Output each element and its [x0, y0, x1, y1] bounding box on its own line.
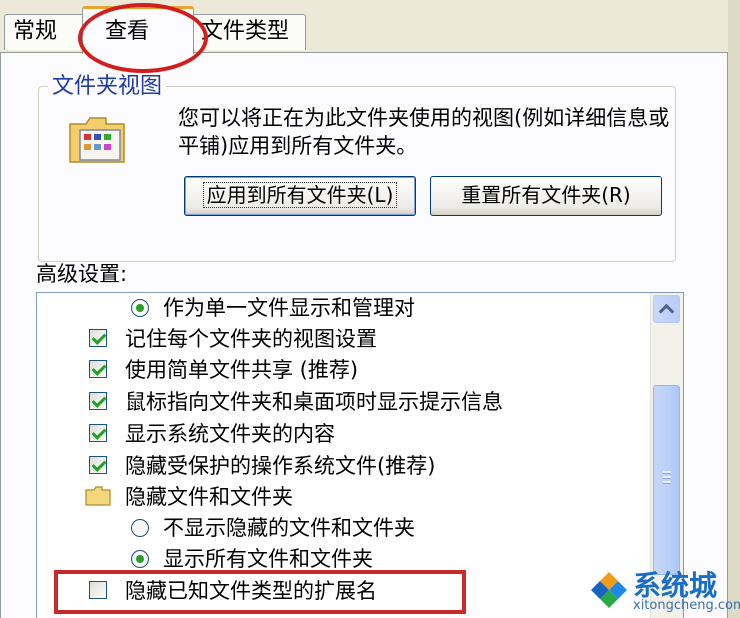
watermark-site: xitongcheng.com: [633, 598, 740, 613]
watermark: 系统城 xitongcheng.com: [583, 562, 740, 618]
folder-icon: [85, 486, 111, 506]
list-item-label: 不显示隐藏的文件和文件夹: [163, 516, 415, 540]
list-item-label: 记住每个文件夹的视图设置: [125, 327, 377, 351]
advanced-settings-label: 高级设置:: [36, 262, 128, 286]
tab-strip: 常规 文件类型 查看: [0, 0, 740, 73]
annotation-box: [54, 570, 466, 614]
checkbox[interactable]: [89, 329, 107, 347]
tab-general[interactable]: 常规: [4, 14, 84, 50]
annotation-circle: [78, 3, 208, 73]
radio-button[interactable]: [131, 550, 149, 568]
thumb-grip: [663, 476, 671, 479]
scroll-up-button[interactable]: [653, 295, 680, 323]
list-item-label: 隐藏受保护的操作系统文件(推荐): [125, 454, 436, 478]
folder-views-icon: [69, 117, 125, 163]
checkbox[interactable]: [89, 392, 107, 410]
windows-logo-icon: [589, 570, 629, 610]
scroll-thumb[interactable]: [653, 385, 680, 575]
window-edge: [728, 0, 740, 618]
list-item-label: 隐藏文件和文件夹: [125, 485, 293, 509]
list-item-label: 作为单一文件显示和管理对: [163, 296, 415, 320]
apply-to-all-folders-button[interactable]: 应用到所有文件夹(L): [184, 176, 416, 216]
apply-button-label: 应用到所有文件夹(L): [202, 182, 398, 208]
thumb-grip: [663, 481, 671, 484]
folder-views-description: 您可以将正在为此文件夹使用的视图(例如详细信息或平铺)应用到所有文件夹。: [178, 106, 670, 158]
checkbox[interactable]: [89, 424, 107, 442]
tab-file-types[interactable]: 文件类型: [192, 14, 306, 50]
radio-button[interactable]: [131, 519, 149, 537]
radio-button[interactable]: [131, 299, 149, 317]
checkbox[interactable]: [89, 360, 107, 378]
list-item-label: 鼠标指向文件夹和桌面项时显示提示信息: [125, 390, 503, 414]
list-item-label: 使用简单文件共享 (推荐): [125, 358, 359, 382]
checkbox[interactable]: [89, 456, 107, 474]
thumb-grip: [663, 471, 671, 474]
reset-all-folders-button[interactable]: 重置所有文件夹(R): [430, 176, 662, 216]
list-item-label: 显示系统文件夹的内容: [125, 422, 335, 446]
